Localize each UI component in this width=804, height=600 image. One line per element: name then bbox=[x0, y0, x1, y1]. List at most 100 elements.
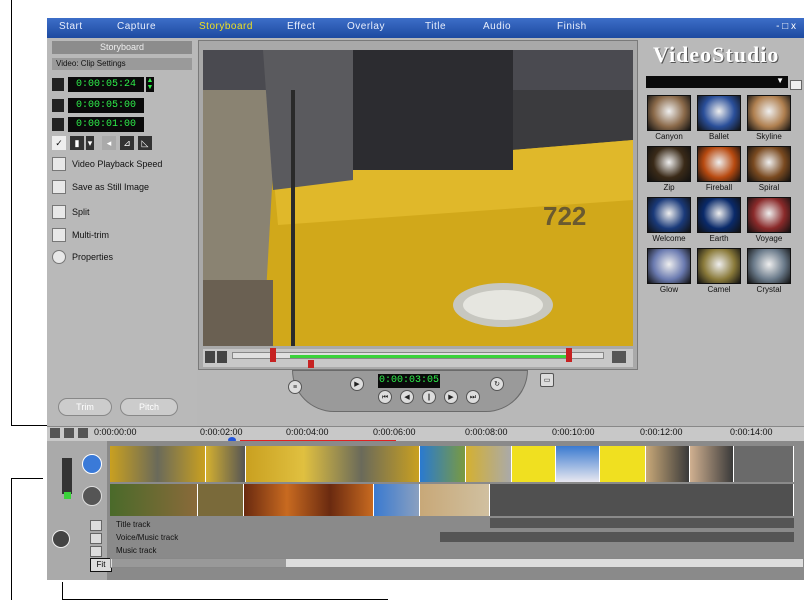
mute-icon[interactable]: ◂ bbox=[102, 136, 116, 150]
volume-stepper[interactable]: ▾ bbox=[86, 136, 94, 150]
library-thumbnail-label: Fireball bbox=[705, 183, 733, 192]
duration-field[interactable]: 0:00:05:24 bbox=[68, 77, 144, 92]
library-thumbnail[interactable] bbox=[747, 95, 791, 131]
library-thumbnail[interactable] bbox=[647, 197, 691, 233]
video-clip[interactable] bbox=[690, 446, 734, 482]
callout-line bbox=[11, 0, 12, 426]
duration-stepper[interactable]: ▲ ▼ bbox=[146, 77, 154, 92]
volume-icon[interactable] bbox=[612, 351, 626, 363]
speed-icon bbox=[52, 157, 66, 171]
preview-timecode[interactable]: 0:00:03:05 bbox=[378, 374, 440, 388]
overlay-clip[interactable] bbox=[244, 484, 374, 516]
callout-line bbox=[11, 425, 47, 426]
overlay-clip[interactable] bbox=[110, 484, 198, 516]
callout-line bbox=[11, 478, 43, 479]
previous-frame-icon[interactable]: ◀ bbox=[400, 390, 414, 404]
library-thumbnail[interactable] bbox=[647, 146, 691, 182]
next-frame-icon[interactable]: ▶ bbox=[444, 390, 458, 404]
timeline-ruler[interactable] bbox=[47, 426, 804, 442]
properties-option[interactable]: Properties bbox=[52, 250, 113, 266]
video-clip[interactable] bbox=[466, 446, 512, 482]
volume-icon[interactable]: ▮ bbox=[70, 136, 84, 150]
menu-finish[interactable]: Finish bbox=[557, 21, 587, 32]
fade-in-icon[interactable]: ⊿ bbox=[120, 136, 134, 150]
multi-trim-option[interactable]: Multi-trim bbox=[52, 228, 109, 244]
video-clip[interactable] bbox=[246, 446, 420, 482]
library-thumbnail[interactable] bbox=[747, 197, 791, 233]
storyboard-view-icon[interactable] bbox=[50, 428, 60, 438]
video-track-icon[interactable] bbox=[82, 454, 102, 474]
video-clip[interactable] bbox=[110, 446, 206, 482]
window-controls[interactable]: - □ x bbox=[776, 21, 796, 32]
library-thumbnail-label: Canyon bbox=[655, 132, 683, 141]
pause-icon[interactable]: ∥ bbox=[422, 390, 436, 404]
library-thumbnail-label: Camel bbox=[707, 285, 731, 294]
scrollbar-thumb[interactable] bbox=[112, 559, 286, 567]
overlay-clip[interactable] bbox=[198, 484, 244, 516]
menu-effect[interactable]: Effect bbox=[287, 21, 315, 32]
playhead-handle[interactable] bbox=[308, 360, 314, 368]
add-to-library-icon[interactable] bbox=[790, 80, 802, 90]
library-thumbnail[interactable] bbox=[747, 146, 791, 182]
library-thumbnail[interactable] bbox=[697, 146, 741, 182]
menu-audio[interactable]: Audio bbox=[483, 21, 511, 32]
end-time-field[interactable]: 0:00:01:00 bbox=[68, 117, 144, 132]
duration-icon bbox=[52, 78, 64, 91]
mark-in-button[interactable] bbox=[205, 351, 215, 363]
video-clip[interactable] bbox=[512, 446, 556, 482]
zoom-fit-button[interactable]: Fit bbox=[90, 558, 112, 572]
pitch-button[interactable]: Pitch bbox=[120, 398, 178, 416]
mark-out-button[interactable] bbox=[217, 351, 227, 363]
video-clip[interactable] bbox=[420, 446, 466, 482]
library-thumbnail[interactable] bbox=[697, 197, 741, 233]
menu-title[interactable]: Title bbox=[425, 21, 446, 32]
title-track-bar[interactable] bbox=[490, 518, 794, 528]
checkbox-icon[interactable]: ✓ bbox=[52, 136, 66, 150]
trim-button[interactable]: Trim bbox=[58, 398, 112, 416]
zoom-slider[interactable] bbox=[62, 458, 72, 494]
library-thumbnail[interactable] bbox=[697, 248, 741, 284]
record-icon[interactable] bbox=[52, 530, 70, 548]
repeat-icon[interactable]: ↻ bbox=[490, 377, 504, 391]
trim-end-handle[interactable] bbox=[566, 348, 572, 362]
title-track-icon[interactable] bbox=[90, 520, 102, 531]
overlay-clip[interactable] bbox=[374, 484, 420, 516]
library-dropdown[interactable]: ▼ bbox=[646, 76, 788, 88]
timeline-view-icon[interactable] bbox=[64, 428, 74, 438]
empty-slot[interactable] bbox=[734, 446, 794, 482]
home-icon[interactable]: ⏮ bbox=[378, 390, 392, 404]
video-clip[interactable] bbox=[600, 446, 646, 482]
split-option[interactable]: Split bbox=[52, 205, 90, 221]
library-thumbnail-label: Voyage bbox=[755, 234, 783, 243]
playback-speed-option[interactable]: Video Playback Speed bbox=[52, 157, 162, 173]
menu-storyboard[interactable]: Storyboard bbox=[199, 21, 253, 32]
library-thumbnail-label: Ballet bbox=[708, 132, 729, 141]
menu-capture[interactable]: Capture bbox=[117, 21, 156, 32]
video-clip[interactable] bbox=[206, 446, 246, 482]
start-time-field[interactable]: 0:00:05:00 bbox=[68, 98, 144, 113]
voice-track-bar[interactable] bbox=[440, 532, 794, 542]
library-thumbnail[interactable] bbox=[647, 95, 691, 131]
voice-track-icon[interactable] bbox=[90, 533, 102, 544]
library-thumbnail[interactable] bbox=[697, 95, 741, 131]
library-thumbnail[interactable] bbox=[747, 248, 791, 284]
callout-line bbox=[11, 478, 12, 600]
video-clip[interactable] bbox=[556, 446, 600, 482]
audio-view-icon[interactable] bbox=[78, 428, 88, 438]
save-still-option[interactable]: Save as Still Image bbox=[52, 180, 149, 196]
video-clip[interactable] bbox=[646, 446, 690, 482]
overlay-clip[interactable] bbox=[420, 484, 490, 516]
enlarge-icon[interactable]: ▭ bbox=[540, 373, 554, 387]
empty-slot[interactable] bbox=[490, 484, 794, 516]
zoom-handle[interactable] bbox=[64, 492, 71, 499]
library-thumbnail[interactable] bbox=[647, 248, 691, 284]
menu-overlay[interactable]: Overlay bbox=[347, 21, 385, 32]
fade-out-icon[interactable]: ◺ bbox=[138, 136, 152, 150]
play-icon[interactable]: ▶ bbox=[350, 377, 364, 391]
end-icon[interactable]: ⏭ bbox=[466, 390, 480, 404]
trim-start-handle[interactable] bbox=[270, 348, 276, 362]
overlay-track-icon[interactable] bbox=[82, 486, 102, 506]
jog-wheel-icon[interactable]: ≡ bbox=[288, 380, 302, 394]
menu-start[interactable]: Start bbox=[59, 21, 83, 32]
music-track-icon[interactable] bbox=[90, 546, 102, 557]
